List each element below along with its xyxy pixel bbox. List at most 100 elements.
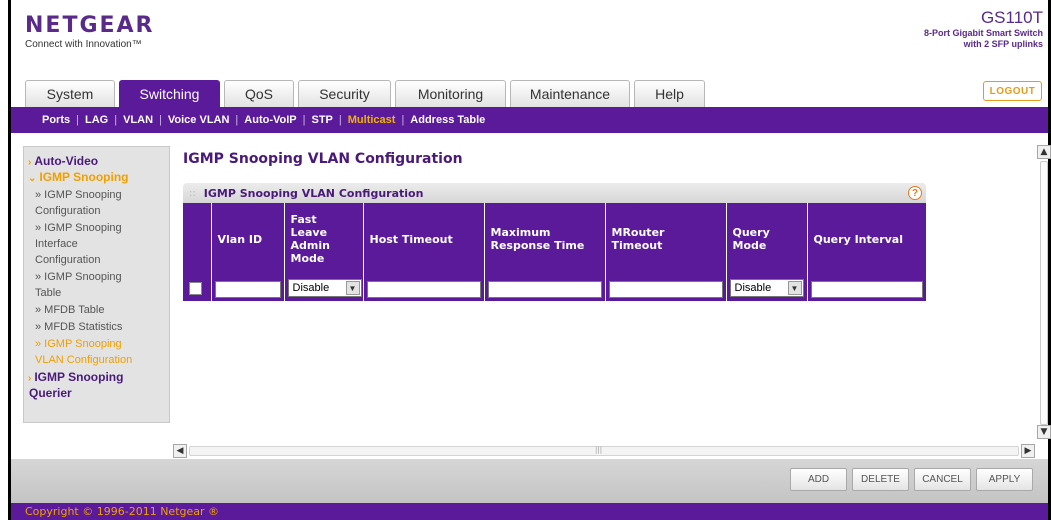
fast-leave-cell: Disable ▼ bbox=[284, 275, 364, 301]
scroll-up-icon[interactable]: ▲ bbox=[1037, 145, 1051, 159]
query-interval-input[interactable] bbox=[810, 281, 923, 299]
scroll-grip-icon: ||| bbox=[595, 446, 603, 454]
menu-igmp-snooping-table[interactable]: » IGMP Snooping Table bbox=[24, 269, 169, 301]
query-interval-cell bbox=[807, 275, 927, 301]
column-header-mrouter-timeout: MRouter Timeout bbox=[605, 203, 727, 275]
menu-item-line: Configuration bbox=[35, 205, 101, 217]
menu-item-line: » MFDB Table bbox=[35, 304, 105, 316]
delete-button[interactable]: DELETE bbox=[852, 468, 909, 491]
header-line: MRouter bbox=[611, 226, 665, 239]
tab-qos[interactable]: QoS bbox=[224, 80, 294, 107]
app-window: NETGEAR Connect with Innovation™ GS110T … bbox=[0, 0, 1051, 520]
menu-item-line: » IGMP Snooping bbox=[35, 189, 122, 201]
panel-header: :: IGMP Snooping VLAN Configuration ? bbox=[183, 183, 926, 203]
copyright-bar: Copyright © 1996-2011 Netgear ® bbox=[11, 503, 1048, 520]
header-line: Mode bbox=[290, 252, 325, 265]
tab-security[interactable]: Security bbox=[298, 80, 391, 107]
menu-querier-label-line2: Querier bbox=[29, 386, 72, 400]
header-line: Admin bbox=[290, 239, 330, 252]
subnav-separator: | bbox=[338, 114, 342, 126]
horizontal-scroll-track[interactable] bbox=[189, 446, 1019, 456]
query-mode-value: Disable bbox=[734, 282, 772, 294]
header-line: Response Time bbox=[490, 239, 585, 252]
max-response-time-cell bbox=[484, 275, 606, 301]
vlan-id-cell bbox=[211, 275, 285, 301]
add-button[interactable]: ADD bbox=[790, 468, 847, 491]
max-response-time-input[interactable] bbox=[487, 281, 602, 299]
chevron-down-icon: ⌄ bbox=[28, 173, 37, 184]
mrouter-timeout-input[interactable] bbox=[608, 281, 723, 299]
drag-grip-icon: :: bbox=[189, 187, 196, 199]
column-header-host-timeout: Host Timeout bbox=[363, 203, 485, 275]
menu-mfdb-table[interactable]: » MFDB Table bbox=[24, 302, 169, 318]
menu-item-line: » IGMP Snooping bbox=[35, 338, 122, 350]
menu-igmp-snooping-vlan-configuration[interactable]: » IGMP Snooping VLAN Configuration bbox=[24, 336, 169, 368]
table-row: Disable ▼ Disable ▼ bbox=[183, 275, 927, 301]
logout-button[interactable]: LOGOUT bbox=[983, 81, 1042, 101]
mrouter-timeout-cell bbox=[605, 275, 727, 301]
subnav-voice-vlan[interactable]: Voice VLAN bbox=[168, 114, 230, 126]
subnav-stp[interactable]: STP bbox=[311, 114, 332, 126]
header-line: Host Timeout bbox=[369, 232, 453, 246]
scroll-down-icon[interactable]: ▼ bbox=[1037, 425, 1051, 439]
column-header-select bbox=[183, 203, 212, 275]
menu-item-line: Table bbox=[35, 287, 62, 299]
menu-igmp-snooping[interactable]: ⌄ IGMP Snooping bbox=[24, 170, 169, 186]
host-timeout-cell bbox=[363, 275, 485, 301]
left-menu: › Auto-Video ⌄ IGMP Snooping » IGMP Snoopi… bbox=[23, 146, 170, 423]
apply-button[interactable]: APPLY bbox=[976, 468, 1033, 491]
menu-auto-video[interactable]: › Auto-Video bbox=[24, 154, 169, 170]
scroll-left-icon[interactable]: ◀ bbox=[173, 444, 187, 458]
product-desc-line1: 8-Port Gigabit Smart Switch bbox=[923, 28, 1043, 38]
subnav-ports[interactable]: Ports bbox=[42, 114, 70, 126]
fast-leave-select[interactable]: Disable ▼ bbox=[287, 279, 362, 297]
menu-igmp-snooping-label: IGMP Snooping bbox=[39, 170, 129, 184]
menu-igmp-snooping-configuration[interactable]: » IGMP Snooping Configuration bbox=[24, 187, 169, 219]
chevron-right-icon: › bbox=[28, 373, 32, 384]
sub-navigation: Ports | LAG | VLAN | Voice VLAN | Auto-V… bbox=[11, 107, 1048, 133]
header-line: Mode bbox=[732, 239, 767, 252]
page-title: IGMP Snooping VLAN Configuration bbox=[183, 151, 463, 167]
column-header-fast-leave: Fast Leave Admin Mode bbox=[284, 203, 364, 275]
fast-leave-value: Disable bbox=[292, 282, 330, 294]
product-model: GS110T bbox=[980, 8, 1043, 27]
tab-maintenance[interactable]: Maintenance bbox=[510, 80, 630, 107]
menu-igmp-snooping-interface-configuration[interactable]: » IGMP Snooping Interface Configuration bbox=[24, 220, 169, 268]
config-panel: :: IGMP Snooping VLAN Configuration ? Vl… bbox=[183, 183, 927, 301]
subnav-vlan[interactable]: VLAN bbox=[123, 114, 153, 126]
menu-auto-video-label: Auto-Video bbox=[34, 154, 99, 168]
brand-name: NETGEAR bbox=[25, 13, 155, 38]
menu-mfdb-statistics[interactable]: » MFDB Statistics bbox=[24, 319, 169, 335]
horizontal-scrollbar[interactable]: ◀ ||| ▶ bbox=[173, 444, 1037, 458]
subnav-separator: | bbox=[401, 114, 405, 126]
tab-monitoring[interactable]: Monitoring bbox=[395, 80, 506, 107]
header-line: Maximum bbox=[490, 226, 551, 239]
row-select-checkbox[interactable] bbox=[189, 281, 202, 295]
tab-help[interactable]: Help bbox=[634, 80, 705, 107]
subnav-address-table[interactable]: Address Table bbox=[410, 114, 485, 126]
product-desc-line2: with 2 SFP uplinks bbox=[963, 39, 1043, 49]
vertical-scroll-track[interactable] bbox=[1040, 161, 1048, 425]
menu-item-line: VLAN Configuration bbox=[35, 354, 133, 366]
window-border-left bbox=[8, 0, 11, 520]
menu-item-line: » IGMP Snooping bbox=[35, 222, 122, 234]
scroll-right-icon[interactable]: ▶ bbox=[1021, 444, 1035, 458]
query-mode-select[interactable]: Disable ▼ bbox=[729, 279, 804, 297]
subnav-auto-voip[interactable]: Auto-VoIP bbox=[244, 114, 296, 126]
cancel-button[interactable]: CANCEL bbox=[914, 468, 971, 491]
select-cell bbox=[183, 275, 212, 301]
tab-system[interactable]: System bbox=[25, 80, 115, 107]
query-mode-cell: Disable ▼ bbox=[726, 275, 808, 301]
vlan-id-input[interactable] bbox=[214, 281, 281, 299]
column-header-vlan-id: Vlan ID bbox=[211, 203, 285, 275]
host-timeout-input[interactable] bbox=[366, 281, 481, 299]
chevron-down-icon: ▼ bbox=[787, 281, 802, 295]
subnav-lag[interactable]: LAG bbox=[85, 114, 108, 126]
menu-igmp-snooping-querier[interactable]: › IGMP Snooping Querier bbox=[24, 370, 169, 401]
subnav-multicast[interactable]: Multicast bbox=[348, 114, 396, 126]
vertical-scrollbar[interactable]: ▲ ▼ bbox=[1037, 145, 1051, 440]
menu-querier-label-line1: IGMP Snooping bbox=[34, 370, 124, 384]
tab-switching[interactable]: Switching bbox=[119, 80, 220, 107]
column-header-query-interval: Query Interval bbox=[807, 203, 927, 275]
help-icon[interactable]: ? bbox=[908, 186, 922, 200]
